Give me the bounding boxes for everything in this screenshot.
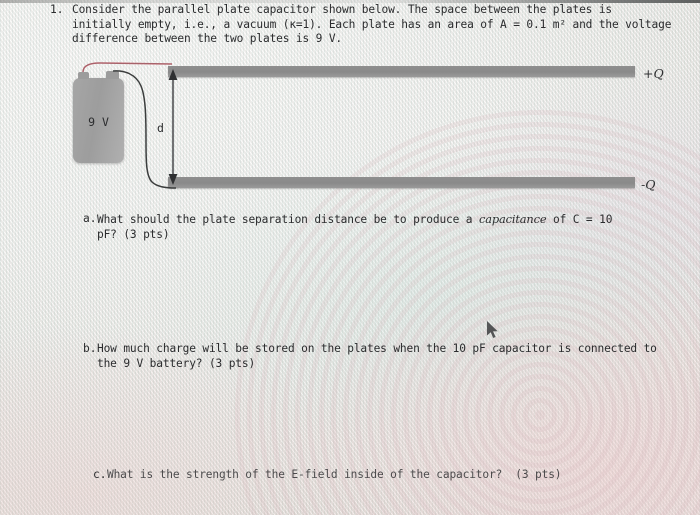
part-b-label: b.	[83, 342, 97, 355]
battery-voltage-label: 9 V	[88, 115, 109, 129]
scanned-worksheet-page: 1. Consider the parallel plate capacitor…	[0, 0, 700, 515]
part-c-text: What is the strength of the E-field insi…	[107, 468, 562, 481]
question-intro-text: Consider the parallel plate capacitor sh…	[72, 3, 678, 46]
mouse-pointer-icon	[487, 321, 498, 338]
positive-wire	[82, 62, 173, 73]
part-a-italic-term: capacitance	[478, 212, 547, 226]
question-number: 1.	[50, 3, 64, 16]
part-c-label: c.	[93, 468, 107, 481]
part-a-text: What should the plate separation distanc…	[97, 212, 637, 242]
plate-separation-label: d	[157, 121, 164, 135]
part-a-label: a.	[83, 212, 97, 225]
negative-wire	[112, 70, 177, 189]
part-a-text-segment-1: What should the plate separation distanc…	[97, 213, 479, 226]
top-plate-charge-label: +Q	[643, 66, 664, 81]
dimension-arrow-up	[168, 69, 178, 80]
part-b-text: How much charge will be stored on the pl…	[97, 342, 664, 370]
dimension-arrow-down	[168, 174, 178, 185]
bottom-plate-charge-label: -Q	[641, 177, 656, 192]
